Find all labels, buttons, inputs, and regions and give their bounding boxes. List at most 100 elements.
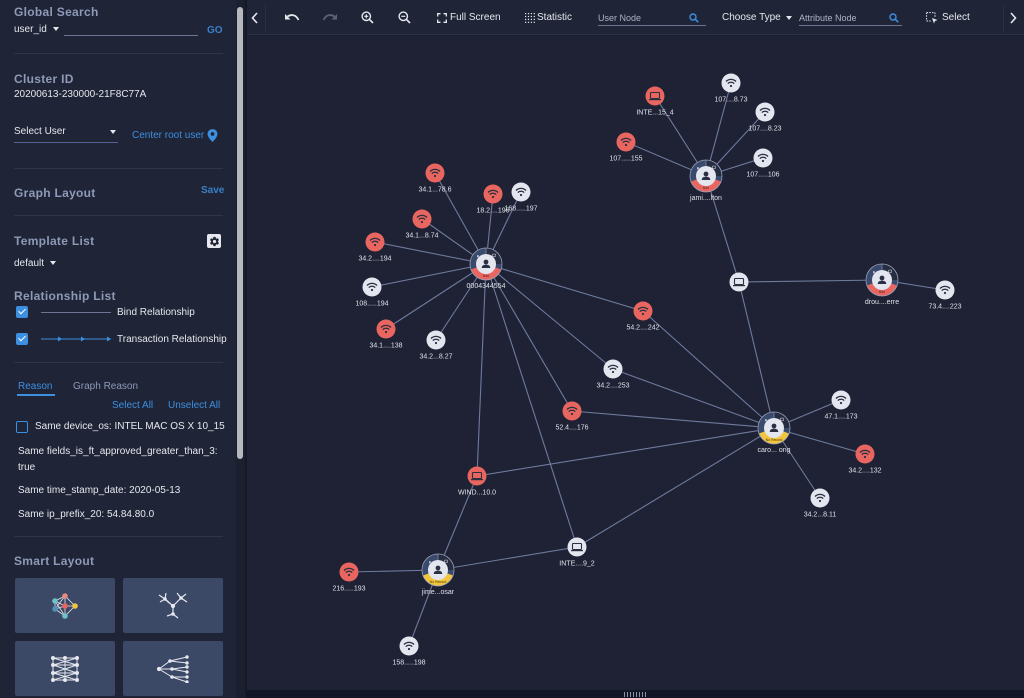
wifi-node[interactable]: 34.1...8.74 <box>405 209 439 240</box>
wifi-node[interactable]: 34.2...8.27 <box>419 330 453 361</box>
graph-edge[interactable] <box>738 279 883 283</box>
node-circle <box>483 184 503 204</box>
global-search-title: Global Search <box>14 5 99 19</box>
reason-item-ip-prefix: Same ip_prefix_20: 54.84.80.0 <box>18 509 155 520</box>
choose-type-dropdown[interactable]: Choose Type <box>722 0 792 35</box>
user-node[interactable]: Bad drou....erre <box>865 263 899 306</box>
force-graph-icon <box>52 592 78 619</box>
wifi-node[interactable]: 47.1....173 <box>824 390 858 421</box>
panel-resize-handle[interactable] <box>624 692 646 697</box>
wifi-node[interactable]: 216.....193 <box>332 562 366 593</box>
bind-relationship-checkbox[interactable] <box>16 306 28 318</box>
graph-edge[interactable] <box>374 241 487 265</box>
fullscreen-button[interactable]: Full Screen <box>437 0 501 35</box>
undo-button[interactable] <box>284 0 300 35</box>
wifi-node[interactable]: 168.....197 <box>504 182 538 213</box>
graph-edge[interactable] <box>576 427 775 548</box>
user-node[interactable]: Bad jami....lton <box>689 159 723 202</box>
user-node[interactable]: No Record jime...osar <box>421 553 455 596</box>
grid-layout-button[interactable] <box>15 641 115 696</box>
graph-edge[interactable] <box>642 310 775 429</box>
center-root-user-button[interactable]: Center root user <box>132 129 218 142</box>
device-node[interactable]: WIND...10.0 <box>458 466 496 497</box>
wifi-node[interactable]: 73.4....223 <box>928 280 962 311</box>
sidebar-scrollbar-thumb[interactable] <box>237 7 243 459</box>
status-badge: Bad <box>703 186 709 190</box>
graph-canvas[interactable]: Bad 0004344554 Bad jami....lton Bad drou....e… <box>247 36 1024 690</box>
transaction-relationship-checkbox[interactable] <box>16 333 28 345</box>
wifi-node[interactable]: 34.2....194 <box>358 232 392 263</box>
radial-tree-layout-button[interactable] <box>123 578 223 633</box>
graph-edge[interactable] <box>485 263 614 370</box>
collapse-sidebar-button[interactable] <box>251 0 263 35</box>
solid-line-legend <box>41 312 111 313</box>
wifi-node[interactable]: 54.2....242 <box>626 301 660 332</box>
graph-edge[interactable] <box>738 281 775 429</box>
zoom-out-button[interactable] <box>398 0 411 35</box>
tab-graph-reason[interactable]: Graph Reason <box>73 381 138 392</box>
node-label: 107....8.23 <box>748 126 781 133</box>
app-window: Global Search user_id GO Cluster ID 2020… <box>0 0 1024 698</box>
wifi-node[interactable]: 34.2...8.11 <box>804 488 837 519</box>
device-node[interactable]: INTE....9_2 <box>559 537 595 568</box>
go-button[interactable]: GO <box>207 25 223 36</box>
node-circle <box>365 232 385 252</box>
dagre-layout-button[interactable] <box>123 641 223 696</box>
select-user-dropdown[interactable]: Select User <box>14 125 118 143</box>
redo-button[interactable] <box>322 0 338 35</box>
statistic-button[interactable]: Statistic <box>525 0 572 35</box>
node-circle <box>399 636 419 656</box>
reason-checkbox-device-os[interactable] <box>16 421 28 433</box>
wifi-node[interactable]: 158.....198 <box>392 636 426 667</box>
statistic-grid-icon <box>525 12 535 23</box>
wifi-node[interactable]: 107....8.23 <box>748 102 782 133</box>
node-label: 34.2....194 <box>358 256 391 263</box>
wifi-node[interactable]: 52.4....176 <box>555 401 589 432</box>
wifi-node[interactable]: 34.1....138 <box>369 319 403 350</box>
attribute-node-search-button[interactable] <box>889 0 901 35</box>
wifi-node[interactable]: 34.2....253 <box>596 359 630 390</box>
node-label: 158.....198 <box>392 660 425 667</box>
node-label: WIND...10.0 <box>458 490 496 497</box>
wifi-node[interactable]: 107....8.73 <box>714 73 748 104</box>
cluster-id-title: Cluster ID <box>14 72 74 86</box>
graph-edge[interactable] <box>705 175 740 283</box>
graph-edge[interactable] <box>476 263 487 477</box>
node-label: jami....lton <box>689 195 722 202</box>
graph-edge[interactable] <box>571 410 775 429</box>
tab-reason[interactable]: Reason <box>18 381 52 392</box>
select-tool-button[interactable]: Select <box>926 0 970 35</box>
collapse-right-panel-button[interactable] <box>1009 0 1021 35</box>
template-select[interactable]: default <box>14 258 57 269</box>
divider <box>14 215 223 216</box>
search-field-select[interactable]: user_id <box>14 24 59 35</box>
graph-edge[interactable] <box>437 546 578 571</box>
node-label: INTE....9_2 <box>559 561 595 568</box>
zoom-in-button[interactable] <box>361 0 374 35</box>
device-node[interactable]: INTE...15_4 <box>636 86 674 117</box>
wifi-node[interactable]: 107.....106 <box>746 148 780 179</box>
node-label: 34.1....138 <box>369 343 402 350</box>
global-search-input[interactable] <box>64 22 198 36</box>
user-node[interactable]: No Record caro... ong <box>757 411 791 454</box>
attribute-node-search-input[interactable] <box>799 10 902 26</box>
relationship-graph[interactable]: Bad 0004344554 Bad jami....lton Bad drou....e… <box>247 36 1024 690</box>
wifi-node[interactable]: 34.1...78.6 <box>418 163 452 194</box>
force-layout-button[interactable] <box>15 578 115 633</box>
wifi-node[interactable]: 108.....194 <box>355 277 389 308</box>
wifi-node[interactable]: 34.2....132 <box>848 444 882 475</box>
save-layout-button[interactable]: Save <box>201 185 224 196</box>
template-settings-button[interactable] <box>207 234 221 248</box>
select-all-button[interactable]: Select All <box>112 400 153 411</box>
node-label: 34.2....253 <box>596 383 629 390</box>
graph-edge[interactable] <box>476 427 775 477</box>
graph-edge[interactable] <box>612 368 775 429</box>
user-node-search-button[interactable] <box>689 0 701 35</box>
device-node[interactable] <box>729 272 749 292</box>
unselect-all-button[interactable]: Unselect All <box>168 400 220 411</box>
node-circle <box>467 466 487 486</box>
node-circle <box>339 562 359 582</box>
template-list-title: Template List <box>14 234 95 248</box>
device-indicator-icon <box>873 271 875 274</box>
graph-edge[interactable] <box>485 263 578 548</box>
